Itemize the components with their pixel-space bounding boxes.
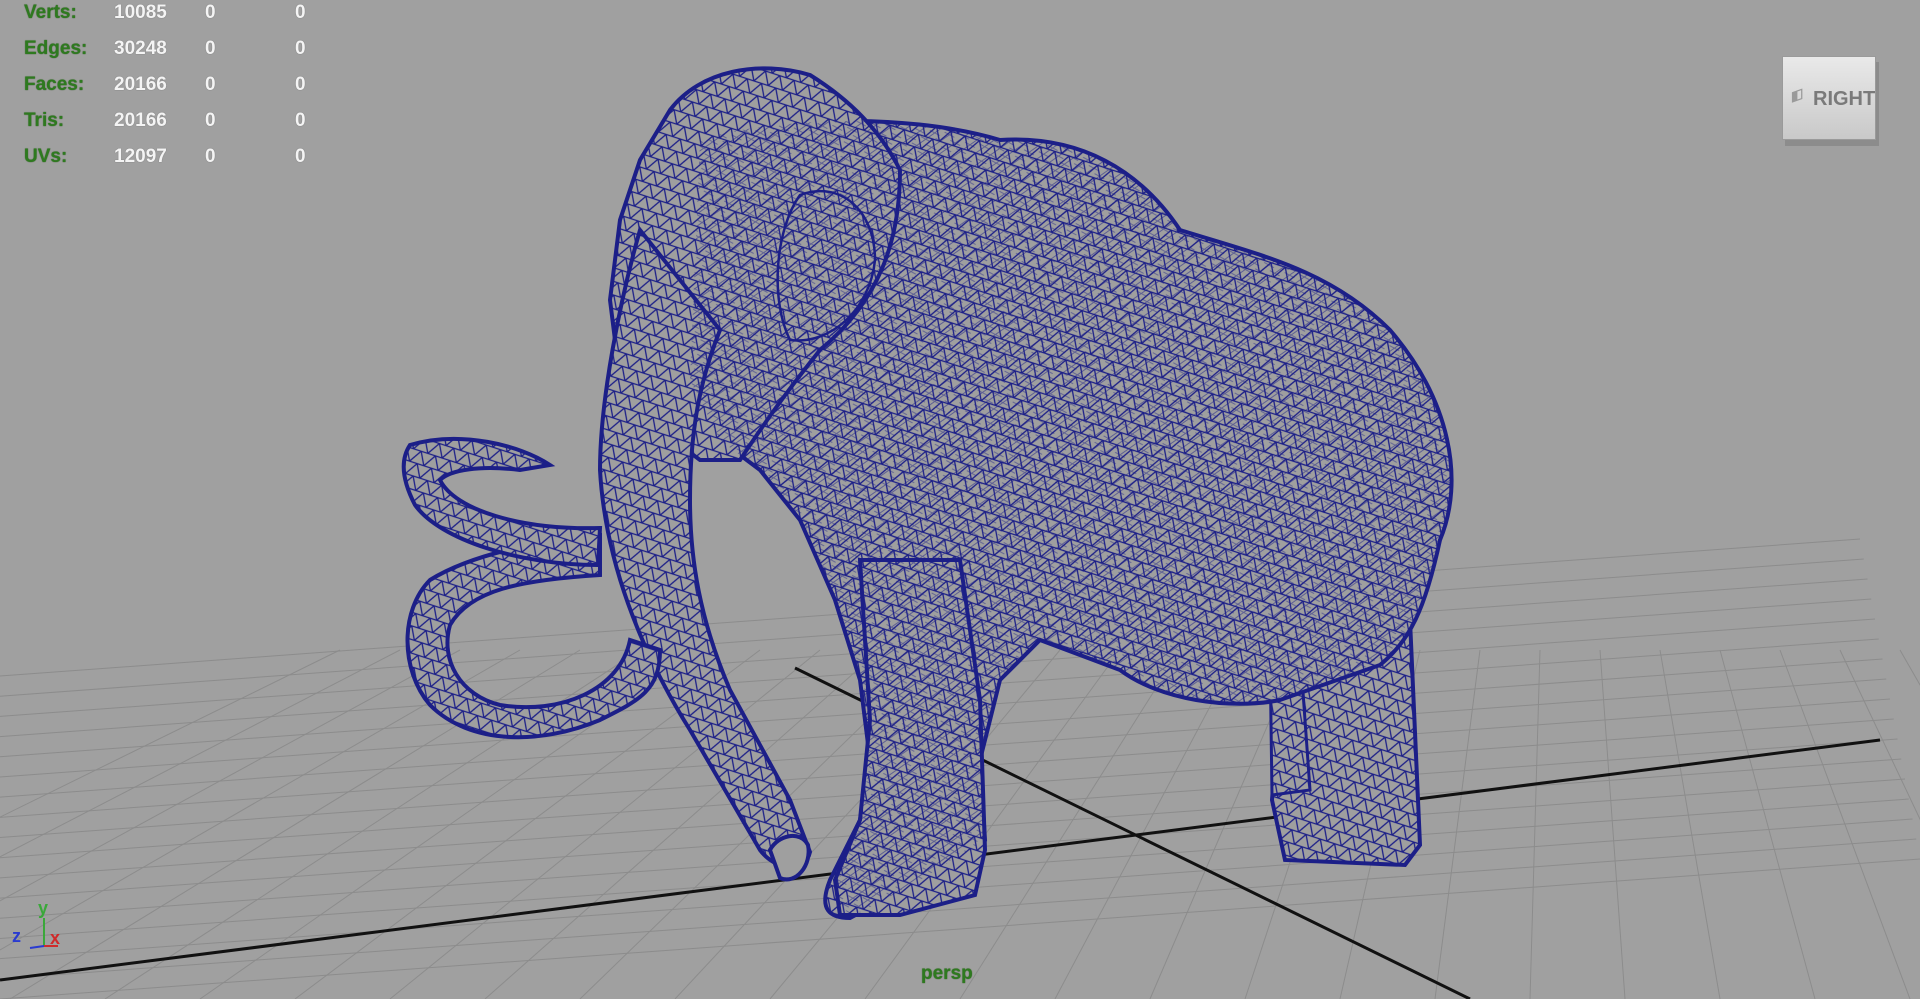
axis-z-label: z bbox=[12, 926, 21, 946]
hud-value-2: 0 bbox=[205, 146, 216, 167]
grid-line bbox=[1434, 649, 1481, 999]
hud-value-3: 0 bbox=[295, 2, 306, 23]
hud-value-selected: 30248 bbox=[114, 38, 167, 59]
hud-value-3: 0 bbox=[295, 38, 306, 59]
hud-value-selected: 20166 bbox=[114, 74, 167, 95]
hud-value-3: 0 bbox=[295, 74, 306, 95]
axis-indicator-icon: y z x bbox=[8, 898, 68, 958]
grid-line bbox=[1599, 649, 1626, 999]
grid-line bbox=[1839, 649, 1920, 821]
grid-line bbox=[1719, 649, 1816, 999]
hud-label: Edges: bbox=[24, 38, 88, 59]
hud-value-2: 0 bbox=[205, 2, 216, 23]
view-cube-icon[interactable]: ◧ RIGHT bbox=[1778, 56, 1890, 152]
hud-value-3: 0 bbox=[295, 146, 306, 167]
view-cube-side-label: ◧ bbox=[1791, 84, 1804, 105]
hud-value-selected: 20166 bbox=[114, 110, 167, 131]
hud-value-selected: 12097 bbox=[114, 146, 167, 167]
hud-label: Faces: bbox=[24, 74, 85, 95]
hud-label: Tris: bbox=[24, 110, 65, 131]
hud-label: Verts: bbox=[24, 2, 77, 23]
grid-line bbox=[1899, 649, 1920, 686]
scene-3d[interactable] bbox=[0, 0, 1920, 999]
axis-y-label: y bbox=[38, 898, 49, 918]
hud-value-3: 0 bbox=[295, 110, 306, 131]
view-cube-label: RIGHT bbox=[1813, 88, 1876, 110]
perspective-viewport[interactable]: Verts: 10085 0 0 Edges: 30248 0 0 Faces: 20166 0 0 T… bbox=[0, 0, 1920, 999]
view-cube-face[interactable]: ◧ RIGHT bbox=[1782, 56, 1876, 140]
mammoth-mesh[interactable] bbox=[401, 66, 1454, 921]
hud-value-2: 0 bbox=[205, 74, 216, 95]
hud-label: UVs: bbox=[24, 146, 68, 167]
hud-value-2: 0 bbox=[205, 38, 216, 59]
hud-value-selected: 10085 bbox=[114, 2, 167, 23]
hud-value-2: 0 bbox=[205, 110, 216, 131]
grid-line bbox=[1659, 649, 1721, 999]
axis-x-label: x bbox=[50, 928, 61, 948]
grid-line bbox=[1529, 649, 1541, 999]
grid-line bbox=[0, 649, 461, 902]
camera-name: persp bbox=[921, 963, 973, 984]
